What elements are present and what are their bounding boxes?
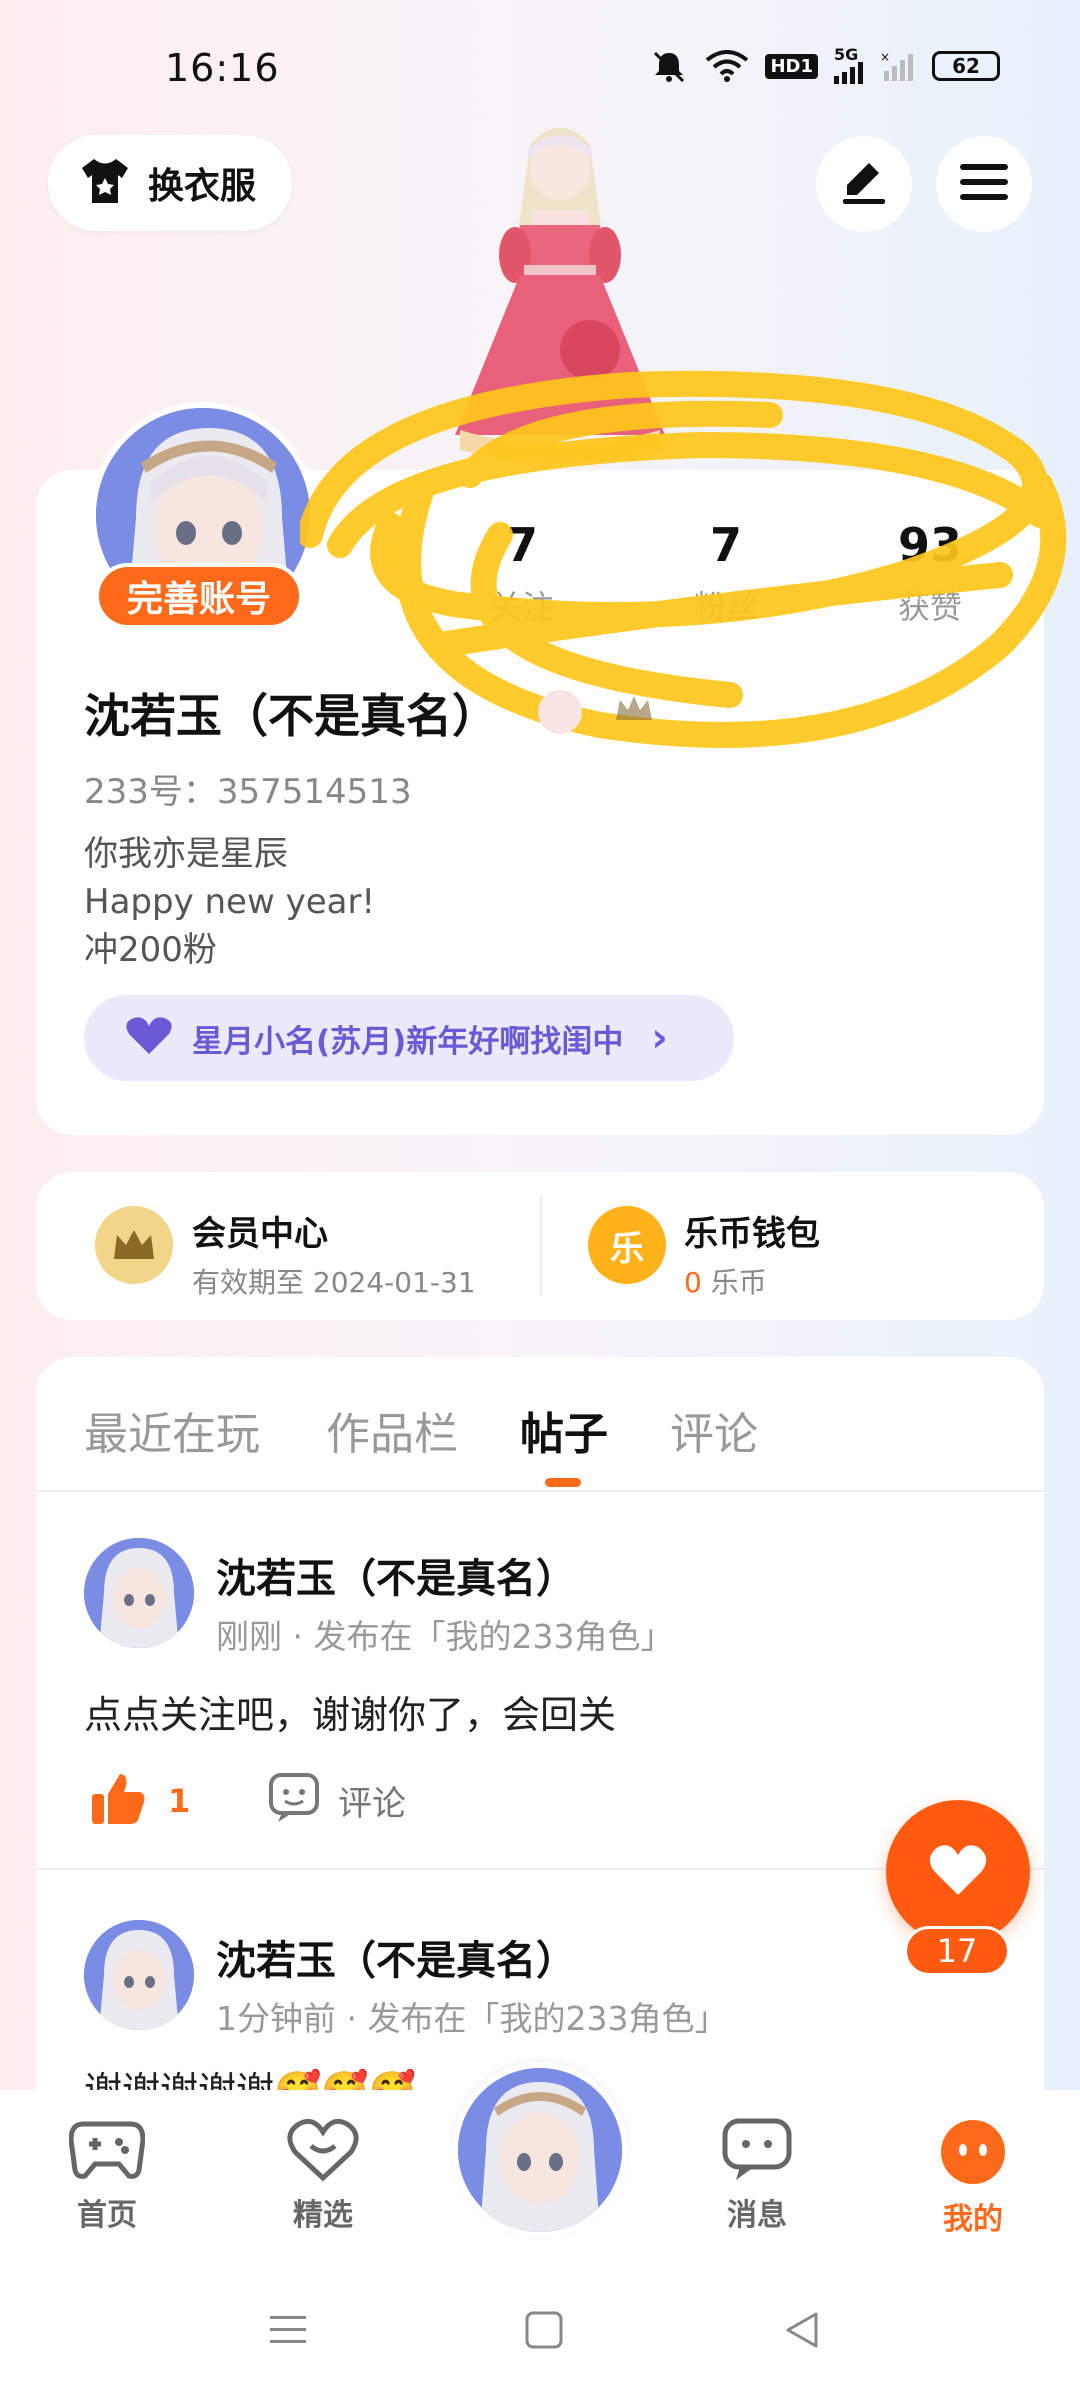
member-crown-icon[interactable] [95,1206,173,1284]
post-meta: 1分钟前 · 发布在「我的233角色」 [216,1999,728,2038]
bio-line: 你我亦是星辰 [84,834,288,874]
chat-bubble-icon [722,2118,792,2186]
heart-chat-icon [287,2118,359,2186]
like-count: 1 [168,1782,191,1820]
gamepad-icon [68,2118,146,2186]
gender-icon [538,690,582,734]
crown-badge-icon[interactable] [612,690,656,734]
bio: 你我亦是星辰 Happy new year! 冲200粉 [84,830,375,974]
stat-following[interactable]: 7 关注 [452,518,592,628]
coin-icon[interactable]: 乐 [588,1206,666,1284]
wifi-icon [705,50,749,82]
post-author[interactable]: 沈若玉（不是真名） [216,1928,576,1986]
nav-featured-label: 精选 [293,2198,353,2233]
nav-messages-label: 消息 [727,2198,787,2233]
nav-me[interactable]: 我的 [908,2118,1038,2238]
stat-likes[interactable]: 93 获赞 [860,518,1000,628]
tab-posts[interactable]: 帖子 [520,1398,608,1462]
change-outfit-label: 换衣服 [148,166,257,207]
comment-label: 评论 [338,1783,406,1824]
like-button[interactable]: 1 [90,1772,190,1830]
tab-recent[interactable]: 最近在玩 [84,1398,260,1462]
comment-button[interactable]: 评论 [268,1772,406,1828]
following-label: 关注 [489,588,554,626]
tab-works[interactable]: 作品栏 [326,1398,458,1462]
tab-comments[interactable]: 评论 [670,1398,758,1462]
post-author[interactable]: 沈若玉（不是真名） [216,1546,576,1604]
post-meta: 刚刚 · 发布在「我的233角色」 [216,1617,674,1656]
system-menu-icon[interactable] [268,2310,308,2354]
post-avatar[interactable] [84,1538,194,1648]
chevron-right-icon: › [651,1015,668,1061]
comment-icon [268,1772,320,1828]
nav-featured[interactable]: 精选 [258,2118,388,2234]
followers-count: 7 [709,518,742,572]
likes-label: 获赞 [897,588,962,626]
floating-like-count: 17 [904,1926,1010,1976]
network-label: 5G [834,45,859,64]
coin-wallet[interactable]: 乐币钱包 0 乐币 [684,1206,820,1301]
nav-home[interactable]: 首页 [42,2118,172,2234]
floating-like-button[interactable] [886,1800,1030,1944]
user-name: 沈若玉（不是真名） [84,689,498,743]
signal-icon: × [880,51,916,81]
member-center[interactable]: 会员中心 有效期至 2024-01-31 [192,1206,476,1301]
heart-icon [928,1843,988,1901]
member-center-title: 会员中心 [192,1214,328,1254]
wallet-balance: 0 乐币 [684,1261,820,1301]
edit-profile-button[interactable] [816,136,912,232]
hamburger-icon [960,162,1008,206]
group-label: 星月小名(苏月)新年好啊找闺中 [192,1023,624,1060]
system-home-icon[interactable] [524,2310,564,2354]
coin-char: 乐 [610,1228,644,1269]
hd-icon: HD1 [765,53,818,79]
face-icon [939,2118,1007,2190]
member-expiry: 有效期至 2024-01-31 [192,1266,476,1299]
purple-heart-icon [124,1016,174,1060]
following-count: 7 [505,518,538,572]
post-avatar[interactable] [84,1920,194,2030]
nav-messages[interactable]: 消息 [692,2118,822,2234]
group-link[interactable]: 星月小名(苏月)新年好啊找闺中 › [84,995,734,1081]
system-back-icon[interactable] [782,2310,822,2354]
divider [540,1196,542,1296]
nav-avatar-center[interactable] [452,2062,628,2238]
mute-icon [649,49,689,83]
user-id: 233号：357514513 [84,772,412,812]
battery-indicator: 62 [932,51,1000,81]
menu-button[interactable] [936,136,1032,232]
bio-line: 冲200粉 [84,930,217,970]
tshirt-icon [78,156,132,210]
svg-text:×: × [880,51,890,64]
signal-5g-icon: 5G [834,45,864,84]
nav-me-label: 我的 [943,2202,1003,2237]
wallet-unit: 乐币 [710,1266,767,1299]
avatar-character-figure[interactable] [420,115,700,475]
stat-followers[interactable]: 7 粉丝 [656,518,796,628]
bio-line: Happy new year! [84,882,376,922]
followers-label: 粉丝 [693,588,758,626]
complete-account-badge[interactable]: 完善账号 [95,563,303,629]
pen-icon [839,159,889,209]
thumbs-up-icon [90,1772,146,1830]
status-icons: HD1 5G × 62 [649,45,1000,84]
tab-divider [36,1490,1044,1492]
post-body[interactable]: 点点关注吧，谢谢你了，会回关 [84,1684,616,1739]
wallet-title: 乐币钱包 [684,1214,820,1254]
likes-count: 93 [897,518,962,572]
change-outfit-button[interactable]: 换衣服 [48,135,292,231]
wallet-amount: 0 [684,1266,702,1299]
status-time: 16:16 [165,46,280,90]
active-tab-indicator [545,1478,581,1487]
nav-home-label: 首页 [77,2198,137,2233]
